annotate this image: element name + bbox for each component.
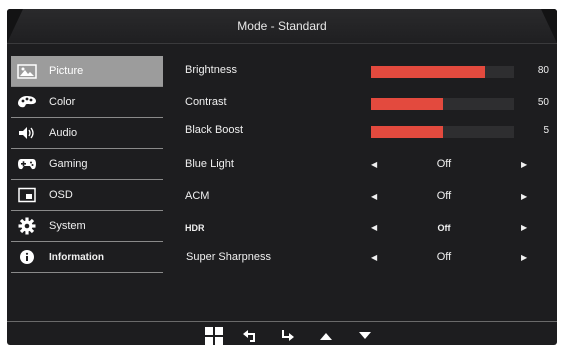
sidebar-item-label: Picture [49, 65, 84, 77]
super-sharpness-label: Super Sharpness [186, 251, 271, 263]
sidebar-item-audio[interactable]: Audio [11, 118, 163, 149]
sidebar-item-label: Information [49, 251, 104, 263]
acm-right-arrow-icon[interactable]: ▶ [521, 192, 527, 201]
osd-panel: Mode - Standard Picture Color Audio Gami… [7, 9, 557, 345]
contrast-slider-fill [371, 98, 443, 110]
blue-light-value: Off [436, 158, 452, 170]
black-boost-row[interactable]: Black Boost 5 [185, 121, 549, 141]
black-boost-label: Black Boost [185, 124, 244, 136]
acm-label: ACM [185, 190, 210, 202]
sidebar-item-color[interactable]: Color [11, 87, 163, 118]
hdr-label: HDR [185, 223, 205, 233]
brightness-value: 80 [537, 65, 549, 76]
sidebar-item-system[interactable]: System [11, 211, 163, 242]
sidebar-item-information[interactable]: Information [11, 242, 163, 273]
menu-grid-icon[interactable] [203, 327, 225, 345]
contrast-slider[interactable] [371, 98, 514, 110]
blue-light-row[interactable]: Blue Light ◀ Off ▶ [185, 155, 545, 175]
picture-icon [17, 63, 37, 79]
gear-icon [17, 217, 37, 235]
header-bar: Mode - Standard [7, 9, 557, 44]
back-icon[interactable] [241, 327, 259, 345]
blue-light-left-arrow-icon[interactable]: ◀ [371, 160, 377, 169]
gamepad-icon [17, 156, 37, 172]
sidebar-item-picture[interactable]: Picture [11, 56, 163, 87]
black-boost-slider[interactable] [371, 126, 514, 138]
super-sharpness-left-arrow-icon[interactable]: ◀ [371, 253, 377, 262]
corner-right-decoration [541, 9, 557, 43]
acm-left-arrow-icon[interactable]: ◀ [371, 192, 377, 201]
mode-title: Mode - Standard [237, 19, 327, 33]
footer-navigation [7, 327, 557, 345]
enter-icon[interactable] [279, 327, 297, 345]
super-sharpness-value: Off [436, 251, 452, 263]
contrast-value: 50 [537, 97, 549, 108]
hdr-row[interactable]: HDR ◀ Off ▶ [185, 218, 545, 238]
black-boost-value: 5 [543, 125, 549, 136]
contrast-row[interactable]: Contrast 50 [185, 93, 549, 113]
sidebar-item-label: Gaming [49, 158, 88, 170]
blue-light-right-arrow-icon[interactable]: ▶ [521, 160, 527, 169]
sidebar-menu: Picture Color Audio Gaming OSD System In… [11, 56, 163, 273]
palette-icon [17, 94, 37, 110]
brightness-label: Brightness [185, 64, 237, 76]
super-sharpness-row[interactable]: Super Sharpness ◀ Off ▶ [185, 248, 545, 268]
up-arrow-icon[interactable] [318, 327, 334, 345]
sidebar-item-gaming[interactable]: Gaming [11, 149, 163, 180]
blue-light-label: Blue Light [185, 158, 234, 170]
osd-window-icon [17, 187, 37, 203]
sidebar-item-label: System [49, 220, 86, 232]
sidebar-item-osd[interactable]: OSD [11, 180, 163, 211]
acm-value: Off [436, 190, 452, 202]
brightness-slider[interactable] [371, 66, 514, 78]
super-sharpness-right-arrow-icon[interactable]: ▶ [521, 253, 527, 262]
speaker-icon [17, 125, 37, 141]
black-boost-slider-fill [371, 126, 443, 138]
down-arrow-icon[interactable] [357, 327, 373, 345]
contrast-label: Contrast [185, 96, 227, 108]
hdr-right-arrow-icon[interactable]: ▶ [521, 223, 527, 232]
brightness-slider-fill [371, 66, 486, 78]
hdr-left-arrow-icon[interactable]: ◀ [371, 223, 377, 232]
info-icon [17, 249, 37, 265]
sidebar-item-label: OSD [49, 189, 73, 201]
footer-divider [7, 321, 557, 322]
sidebar-item-label: Color [49, 96, 76, 108]
brightness-row[interactable]: Brightness 80 [185, 61, 549, 81]
sidebar-item-label: Audio [49, 127, 78, 139]
acm-row[interactable]: ACM ◀ Off ▶ [185, 187, 545, 207]
hdr-value: Off [437, 223, 451, 233]
